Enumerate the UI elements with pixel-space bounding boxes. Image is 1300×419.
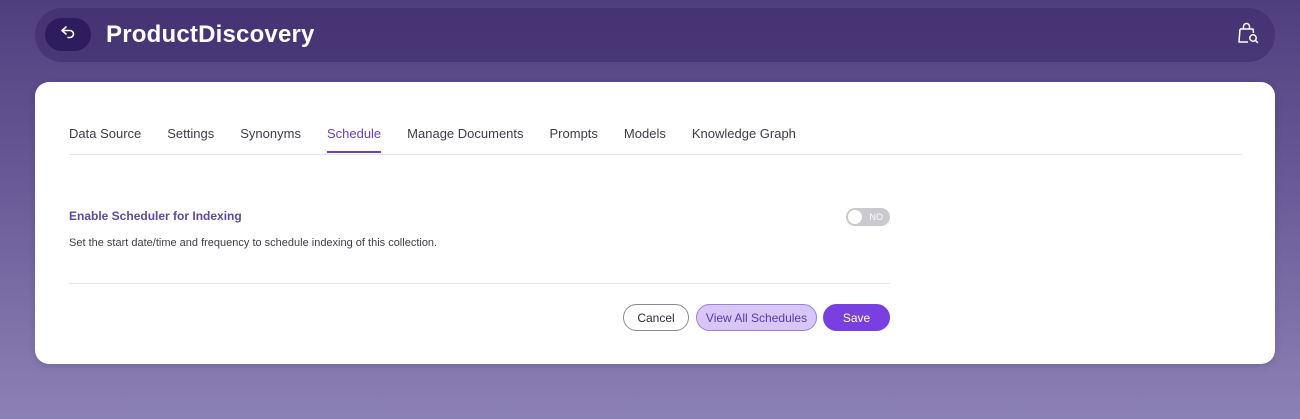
tab-settings[interactable]: Settings	[167, 122, 214, 153]
shopping-bag-button[interactable]	[1235, 22, 1261, 48]
app-header: ProductDiscovery	[35, 8, 1275, 62]
tab-synonyms[interactable]: Synonyms	[240, 122, 301, 153]
schedule-panel: Data Source Settings Synonyms Schedule M…	[35, 82, 1275, 364]
tab-data-source[interactable]: Data Source	[69, 122, 141, 153]
cancel-button[interactable]: Cancel	[623, 304, 689, 331]
undo-arrow-icon	[60, 25, 76, 44]
tab-manage-documents[interactable]: Manage Documents	[407, 122, 523, 153]
toggle-knob	[848, 210, 862, 224]
scheduler-description: Set the start date/time and frequency to…	[69, 237, 438, 249]
divider	[69, 283, 890, 284]
save-button[interactable]: Save	[823, 304, 890, 331]
scheduler-toggle[interactable]: NO	[846, 208, 890, 226]
tab-schedule[interactable]: Schedule	[326, 122, 382, 153]
tab-knowledge-graph[interactable]: Knowledge Graph	[692, 122, 796, 153]
shopping-bag-search-icon	[1236, 21, 1260, 50]
toggle-label: NO	[869, 212, 884, 222]
scheduler-title: Enable Scheduler for Indexing	[69, 209, 242, 223]
view-all-schedules-button[interactable]: View All Schedules	[696, 304, 817, 331]
tab-bar: Data Source Settings Synonyms Schedule M…	[69, 122, 1242, 155]
app-title: ProductDiscovery	[106, 21, 315, 48]
tab-prompts[interactable]: Prompts	[550, 122, 598, 153]
back-button[interactable]	[45, 18, 91, 51]
tab-models[interactable]: Models	[624, 122, 666, 153]
